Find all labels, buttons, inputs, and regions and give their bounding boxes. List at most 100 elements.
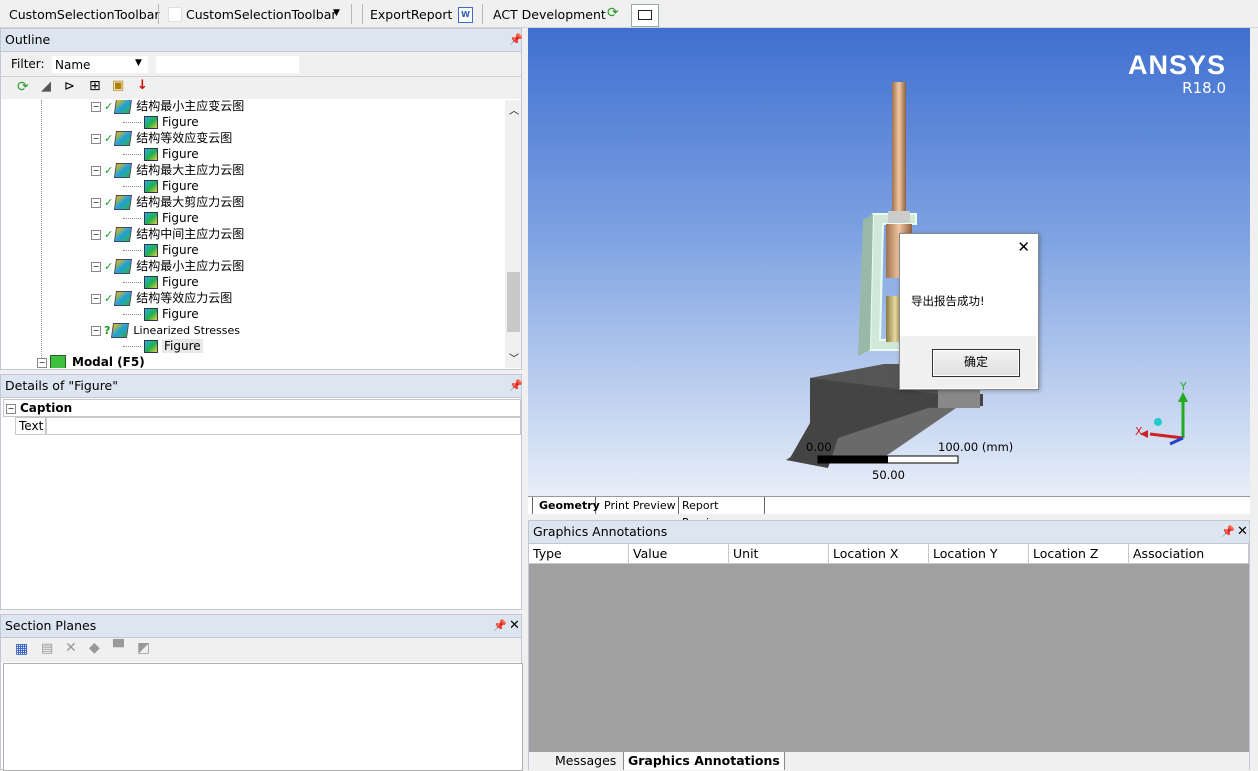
tree-item-figure[interactable]: Figure (123, 114, 199, 130)
details-group-caption[interactable]: − Caption (3, 399, 521, 417)
pin-icon[interactable]: 📌 (509, 375, 523, 396)
folder-icon[interactable]: ▣ (112, 78, 124, 93)
column-header[interactable]: Association (1129, 544, 1249, 563)
collapse-icon[interactable]: − (91, 133, 101, 144)
tree-item-result[interactable]: − ✓ 结构最大主应力云图 (91, 162, 244, 178)
toolbar-separator (482, 4, 483, 24)
tree-item-label: Figure (162, 179, 199, 193)
outline-title: Outline (5, 32, 51, 47)
custom-selection-dropdown[interactable]: CustomSelectionToolbar (186, 7, 337, 22)
tree-item-figure[interactable]: Figure (123, 338, 203, 354)
filter-select[interactable]: Name ▼ (52, 56, 148, 73)
sort-az-icon[interactable]: ↓ (137, 78, 148, 93)
tree-item-figure[interactable]: Figure (123, 210, 199, 226)
column-header[interactable]: Location Z (1029, 544, 1129, 563)
dialog-message: 导出报告成功! (911, 294, 985, 308)
tree-item-result[interactable]: − ✓ 结构最大剪应力云图 (91, 194, 244, 210)
close-icon[interactable]: ✕ (1017, 238, 1030, 256)
axis-y-label: Y (1180, 380, 1187, 393)
tree-item-result[interactable]: − ✓ 结构等效应力云图 (91, 290, 232, 306)
scroll-up-icon[interactable]: ︿ (509, 102, 519, 117)
tree-branch-icon[interactable]: ⊳ (64, 79, 75, 94)
collapse-icon[interactable]: − (91, 293, 101, 304)
tab-geometry[interactable]: Geometry (532, 497, 600, 514)
export-report-label[interactable]: ExportReport (370, 7, 452, 22)
pin-icon[interactable]: 📌 (493, 615, 507, 636)
viewport-tab-strip: Geometry Print Preview Report Preview (528, 496, 1250, 529)
tree-toolbar: ⟳ ◢ ⊳ ⊞ ▣ ↓ (1, 77, 521, 99)
act-development-label[interactable]: ACT Development (493, 7, 606, 22)
tree-item-result[interactable]: − ✓ 结构最小主应力云图 (91, 258, 244, 274)
outline-scrollbar[interactable]: ︿ ﹀ (505, 100, 521, 368)
delete-plane-icon[interactable]: ✕ (65, 640, 77, 656)
collapse-icon[interactable]: − (91, 325, 101, 336)
comment-button[interactable] (631, 4, 659, 27)
section-planes-list[interactable] (3, 663, 523, 771)
collapse-icon[interactable]: − (91, 229, 101, 240)
scrollbar-thumb[interactable] (507, 272, 520, 332)
tree-item-label: Figure (162, 275, 199, 289)
filter-search-input[interactable] (156, 56, 299, 73)
tab-report-preview[interactable]: Report Preview (678, 497, 765, 529)
new-section-plane-icon[interactable]: ▦ (15, 641, 28, 657)
collapse-icon[interactable]: − (91, 197, 101, 208)
scroll-down-icon[interactable]: ﹀ (509, 350, 519, 365)
word-document-icon[interactable]: W (458, 7, 473, 23)
checkmark-icon: ✓ (104, 228, 114, 241)
show-plane-icon[interactable]: ◆ (89, 640, 100, 656)
collapse-icon[interactable]: − (37, 357, 47, 368)
speech-bubble-icon (638, 10, 652, 20)
tree-item-figure[interactable]: Figure (123, 146, 199, 162)
column-header[interactable]: Unit (729, 544, 829, 563)
tree-item-figure[interactable]: Figure (123, 274, 199, 290)
chevron-down-icon[interactable]: ▼ (333, 8, 340, 18)
column-header[interactable]: Location Y (929, 544, 1029, 563)
tree-item-result[interactable]: − ✓ 结构中间主应力云图 (91, 226, 244, 242)
tree-connector (123, 186, 141, 187)
column-header[interactable]: Type (529, 544, 629, 563)
tree-item-result[interactable]: − ✓ 结构等效应变云图 (91, 130, 232, 146)
tab-graphics-annotations[interactable]: Graphics Annotations (623, 752, 785, 770)
collapse-icon[interactable]: − (91, 101, 101, 112)
tree-item-figure[interactable]: Figure (123, 178, 199, 194)
tree-item-label: 结构等效应力云图 (136, 291, 233, 305)
tree-item-result[interactable]: −? Linearized Stresses (91, 322, 240, 338)
toolbar-separator (362, 4, 363, 24)
collapse-icon[interactable]: − (91, 261, 101, 272)
close-icon[interactable]: ✕ (1237, 521, 1248, 542)
pin-icon[interactable]: 📌 (509, 29, 523, 50)
rod-nut (888, 211, 910, 223)
tab-print-preview[interactable]: Print Preview (600, 497, 679, 514)
collapse-icon[interactable]: − (91, 165, 101, 176)
collapse-icon[interactable]: ◢ (41, 79, 51, 94)
tree-item-figure[interactable]: Figure (123, 306, 199, 322)
tree-item-figure[interactable]: Figure (123, 242, 199, 258)
section-planes-toolbar: ▦ ▤ ✕ ◆ ▀ ◩ (1, 638, 521, 662)
rail-flange (938, 388, 980, 408)
cap-icon[interactable]: ▀ (113, 640, 124, 656)
column-header[interactable]: Location X (829, 544, 929, 563)
tree-item-result[interactable]: − ✓ 结构最小主应变云图 (91, 100, 244, 114)
details-row-label: Text (15, 417, 46, 435)
tree-item-modal[interactable]: − Modal (F5) (37, 354, 145, 368)
custom-selection-toolbar-label[interactable]: CustomSelectionToolbar (9, 7, 160, 22)
pin-icon[interactable]: 📌 (1221, 521, 1235, 542)
scale-end-label: 100.00 (mm) (938, 440, 1014, 454)
tree-item-label: Linearized Stresses (133, 324, 240, 337)
copy-plane-icon[interactable]: ▤ (41, 641, 53, 656)
collapse-icon[interactable]: − (6, 404, 16, 414)
close-icon[interactable]: ✕ (509, 615, 520, 636)
expand-all-icon[interactable]: ⊞ (89, 78, 101, 94)
tree-item-label: 结构中间主应力云图 (136, 227, 245, 241)
graphics-viewport[interactable]: ANSYS R18.0 0.00 100.00 (mm) 50.00 Y X ✕… (528, 28, 1250, 496)
refresh-icon[interactable]: ⟳ (607, 5, 619, 21)
toolbar-separator (158, 4, 159, 24)
edit-plane-icon[interactable]: ◩ (137, 640, 150, 656)
question-icon: ? (104, 324, 111, 337)
update-icon[interactable]: ⟳ (17, 79, 29, 95)
modal-icon (50, 355, 66, 368)
text-value-field[interactable] (46, 417, 521, 435)
ok-button[interactable]: 确定 (932, 349, 1020, 377)
column-header[interactable]: Value (629, 544, 729, 563)
tab-messages[interactable]: Messages (551, 752, 621, 770)
